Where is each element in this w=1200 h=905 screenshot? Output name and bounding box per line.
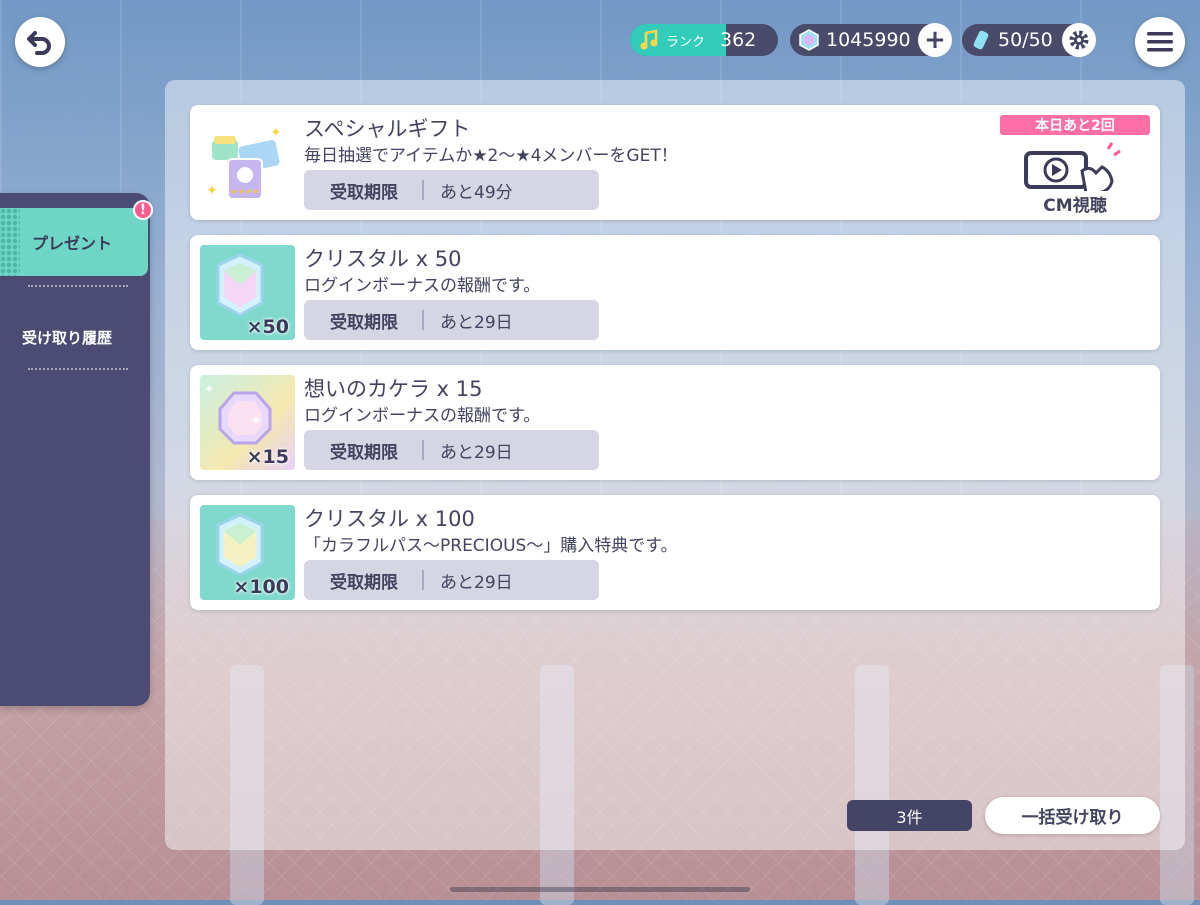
deadline-value: あと29日	[440, 572, 513, 593]
item-quantity: ×50	[246, 316, 289, 338]
home-indicator[interactable]	[450, 887, 750, 892]
deadline-box: 受取期限 あと29日	[304, 560, 599, 600]
svg-text:✦: ✦	[204, 382, 214, 396]
deadline-value: あと49分	[440, 182, 513, 203]
gem-icon: ✦ ✦ ×15	[200, 375, 295, 470]
crystal-count: 1045990	[826, 29, 911, 51]
stamina-drink-icon	[973, 30, 989, 50]
deadline-divider	[422, 180, 424, 200]
deadline-box: 受取期限 あと29日	[304, 300, 599, 340]
item-description: ログインボーナスの報酬です。	[304, 276, 541, 296]
item-quantity: ×15	[246, 446, 289, 468]
crystal-display: 1045990 +	[790, 23, 952, 57]
item-title: スペシャルギフト	[304, 117, 471, 141]
settings-button[interactable]	[1062, 23, 1096, 57]
cm-watch-label: CM視聴	[1043, 196, 1107, 216]
crystal-icon: ×100	[200, 505, 295, 600]
rank-value: 362	[720, 29, 757, 51]
rank-label: ランク	[666, 34, 706, 50]
svg-text:★★★★: ★★★★	[231, 187, 260, 196]
present-item[interactable]: ×100 クリスタル x 100 「カラフルパス～PRECIOUS～」購入特典で…	[190, 495, 1160, 610]
music-note-icon	[640, 29, 658, 50]
deadline-box: 受取期限 あと49分	[304, 170, 599, 210]
crystal-icon	[799, 29, 819, 51]
tab-divider	[28, 368, 128, 370]
back-button[interactable]	[15, 17, 65, 67]
deadline-label: 受取期限	[330, 182, 398, 203]
remaining-views-badge: 本日あと2回	[1000, 115, 1150, 135]
deadline-label: 受取期限	[330, 572, 398, 593]
svg-text:✦: ✦	[250, 413, 262, 429]
svg-text:✦: ✦	[206, 183, 218, 199]
special-gift-card[interactable]: ★★★★ ✦ ✦ スペシャルギフト 毎日抽選でアイテムか★2～★4メンバーをGE…	[190, 105, 1160, 220]
item-title: 想いのカケラ x 15	[304, 377, 483, 401]
deadline-value: あと29日	[440, 442, 513, 463]
rank-label-box: ランク	[630, 24, 726, 56]
gift-bundle-icon: ★★★★ ✦ ✦	[200, 115, 295, 210]
present-item[interactable]: ×50 クリスタル x 50 ログインボーナスの報酬です。 受取期限 あと29日	[190, 235, 1160, 350]
watch-cm-button[interactable]: 本日あと2回 CM視聴	[1000, 115, 1150, 216]
tab-history[interactable]: 受け取り履歴	[0, 303, 148, 371]
present-item[interactable]: ✦ ✦ ×15 想いのカケラ x 15 ログインボーナスの報酬です。 受取期限 …	[190, 365, 1160, 480]
hamburger-menu-icon	[1147, 32, 1173, 52]
deadline-divider	[422, 440, 424, 460]
tab-history-label: 受け取り履歴	[22, 328, 113, 347]
item-title: クリスタル x 100	[304, 507, 475, 531]
add-crystal-button[interactable]: +	[918, 23, 952, 57]
svg-text:✦: ✦	[270, 125, 282, 141]
item-title: クリスタル x 50	[304, 247, 462, 271]
deadline-value: あと29日	[440, 312, 513, 333]
stamina-display: 50/50	[962, 23, 1096, 57]
crystal-icon: ×50	[200, 245, 295, 340]
tab-divider	[28, 285, 128, 287]
deadline-divider	[422, 310, 424, 330]
tab-present-label: プレゼント	[32, 234, 113, 253]
deadline-label: 受取期限	[330, 442, 398, 463]
back-arrow-icon	[27, 31, 51, 55]
tab-present[interactable]: プレゼント	[0, 208, 148, 276]
bulk-receive-button[interactable]: 一括受け取り	[985, 797, 1160, 834]
item-description: 「カラフルパス～PRECIOUS～」購入特典です。	[304, 536, 678, 556]
present-count: 3件	[847, 800, 972, 831]
item-description: ログインボーナスの報酬です。	[304, 406, 541, 426]
deadline-label: 受取期限	[330, 312, 398, 333]
item-quantity: ×100	[233, 576, 289, 598]
notification-badge: !	[133, 200, 153, 220]
item-description: 毎日抽選でアイテムか★2～★4メンバーをGET！	[304, 146, 678, 166]
video-tap-icon	[1024, 142, 1121, 191]
gift-bundle-icon: ★★★★ ✦ ✦	[206, 125, 282, 200]
present-tab-list: プレゼント 受け取り履歴	[0, 193, 150, 706]
rank-display: ランク 362	[630, 24, 778, 56]
stamina-value: 50/50	[998, 29, 1053, 51]
deadline-box: 受取期限 あと29日	[304, 430, 599, 470]
gear-icon	[1069, 30, 1089, 50]
menu-button[interactable]	[1135, 17, 1185, 67]
deadline-divider	[422, 570, 424, 590]
